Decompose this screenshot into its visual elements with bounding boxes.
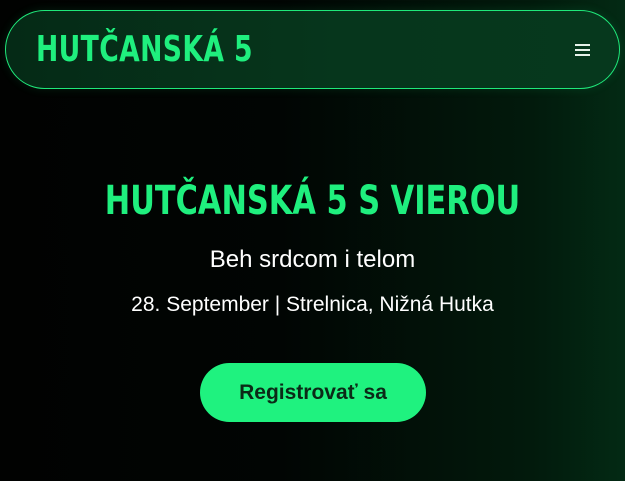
menu-line: [575, 54, 590, 56]
hero-title: HUTČANSKÁ 5 S VIEROU: [104, 178, 521, 224]
hamburger-menu-icon[interactable]: [575, 41, 591, 58]
brand-logo[interactable]: HUTČANSKÁ 5: [36, 28, 253, 72]
menu-line: [575, 49, 590, 51]
hero-subtitle: Beh srdcom i telom: [209, 246, 416, 273]
navbar: HUTČANSKÁ 5: [5, 10, 620, 89]
event-details: 28. September | Strelnica, Nižná Hutka: [131, 293, 494, 316]
register-button[interactable]: Registrovať sa: [200, 363, 426, 422]
menu-line: [575, 44, 590, 46]
